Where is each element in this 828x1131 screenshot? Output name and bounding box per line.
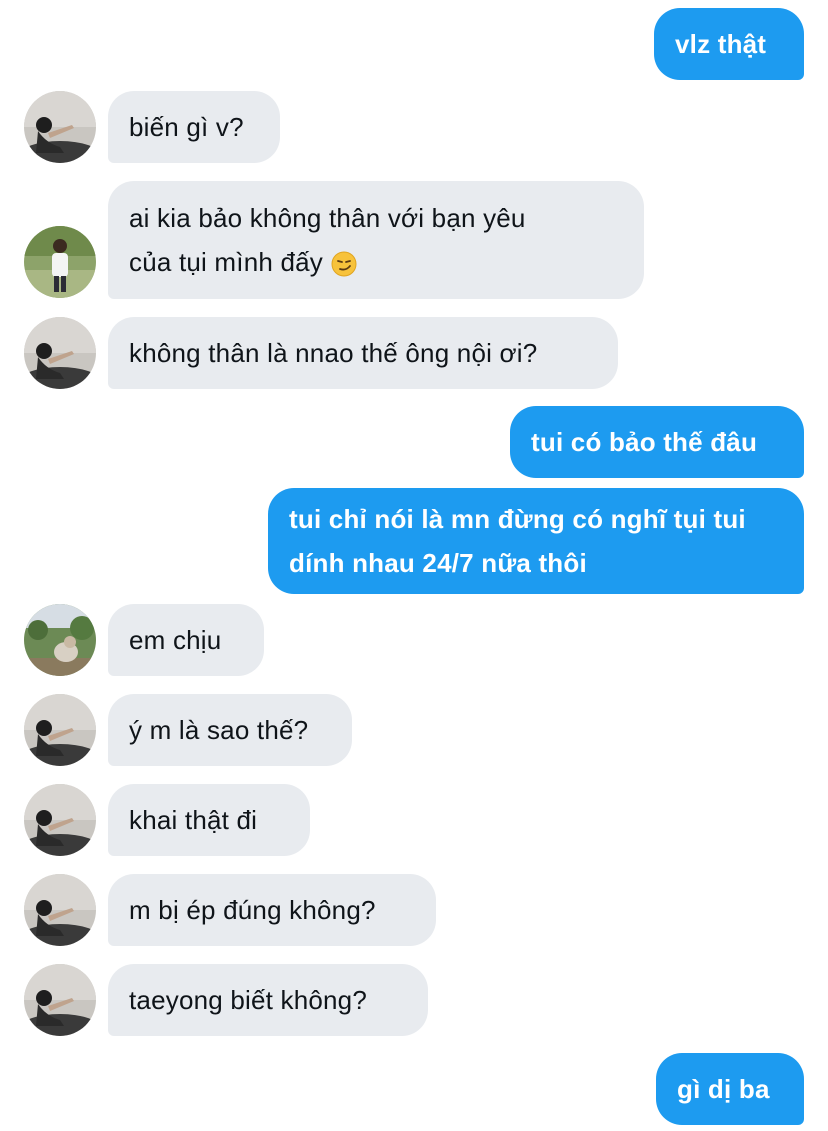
person-standing-avatar-image — [24, 226, 96, 298]
message-bubble-incoming[interactable]: không thân là nnao thế ông nội ơi? — [108, 317, 618, 389]
message-bubble-outgoing[interactable]: vlz thật — [654, 8, 804, 80]
person-sitting-avatar-image — [24, 91, 96, 163]
message-bubble-incoming[interactable]: taeyong biết không? — [108, 964, 428, 1036]
message-text: m bị ép đúng không? — [129, 895, 376, 925]
message-text: em chịu — [129, 625, 222, 655]
message-text: vlz thật — [675, 29, 767, 59]
avatar-sender-c[interactable] — [24, 604, 96, 676]
message-bubble-outgoing[interactable]: tui có bảo thế đâu — [510, 406, 804, 478]
avatar-sender-a[interactable] — [24, 784, 96, 856]
person-sitting-avatar-image — [24, 694, 96, 766]
message-text: gì dị ba — [677, 1074, 770, 1104]
message-text: khai thật đi — [129, 805, 258, 835]
message-bubble-incoming[interactable]: ai kia bảo không thân với bạn yêu của tụ… — [108, 181, 644, 299]
message-text: ý m là sao thế? — [129, 715, 309, 745]
message-bubble-outgoing[interactable]: tui chỉ nói là mn đừng có nghĩ tụi tui d… — [268, 488, 804, 594]
person-sitting-avatar-image — [24, 874, 96, 946]
message-text: không thân là nnao thế ông nội ơi? — [129, 338, 538, 368]
message-bubble-incoming[interactable]: ý m là sao thế? — [108, 694, 352, 766]
person-sitting-avatar-image — [24, 964, 96, 1036]
message-bubble-incoming[interactable]: biến gì v? — [108, 91, 280, 163]
avatar-sender-a[interactable] — [24, 91, 96, 163]
smirk-emoji-icon — [331, 251, 357, 277]
message-bubble-incoming[interactable]: m bị ép đúng không? — [108, 874, 436, 946]
message-bubble-outgoing[interactable]: gì dị ba — [656, 1053, 804, 1125]
avatar-sender-a[interactable] — [24, 317, 96, 389]
message-text: tui có bảo thế đâu — [531, 427, 758, 457]
person-outdoors-avatar-image — [24, 604, 96, 676]
message-bubble-incoming[interactable]: em chịu — [108, 604, 264, 676]
avatar-sender-a[interactable] — [24, 964, 96, 1036]
message-text: ai kia bảo không thân với bạn yêu của tụ… — [129, 203, 526, 277]
avatar-sender-a[interactable] — [24, 874, 96, 946]
message-bubble-incoming[interactable]: khai thật đi — [108, 784, 310, 856]
message-text: biến gì v? — [129, 112, 244, 142]
person-sitting-avatar-image — [24, 317, 96, 389]
message-text: tui chỉ nói là mn đừng có nghĩ tụi tui d… — [289, 504, 746, 578]
message-text: taeyong biết không? — [129, 985, 367, 1015]
person-sitting-avatar-image — [24, 784, 96, 856]
avatar-sender-b[interactable] — [24, 226, 96, 298]
avatar-sender-a[interactable] — [24, 694, 96, 766]
